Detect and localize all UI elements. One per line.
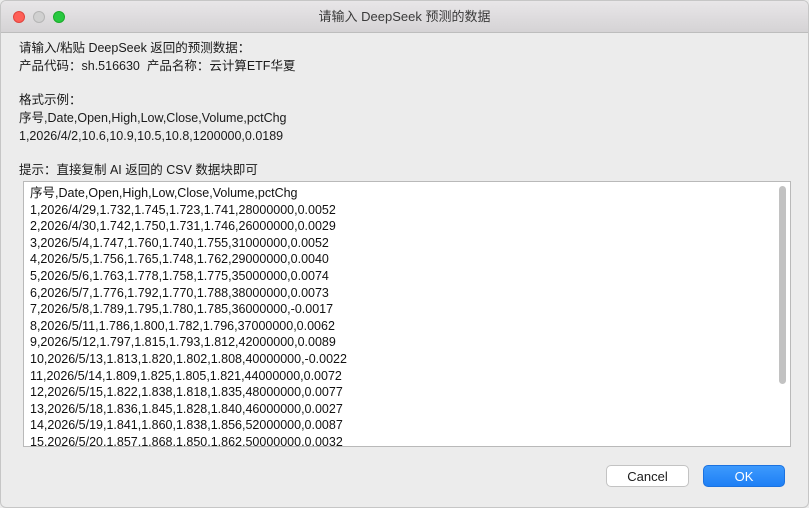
textarea-line: 11,2026/5/14,1.809,1.825,1.805,1.821,440… [30,368,342,383]
textarea-line: 7,2026/5/8,1.789,1.795,1.780,1.785,36000… [30,302,334,317]
textarea-line: 5,2026/5/6,1.763,1.778,1.758,1.775,35000… [30,268,329,283]
csv-input-textarea[interactable]: 序号,Date,Open,High,Low,Close,Volume,pctCh… [23,181,791,447]
format-heading: 格式示例： [19,93,82,107]
hint-text: 提示：直接复制 AI 返回的 CSV 数据块即可 [19,163,258,177]
title-bar: 请输入 DeepSeek 预测的数据 [1,1,808,33]
csv-input-content[interactable]: 序号,Date,Open,High,Low,Close,Volume,pctCh… [30,185,770,446]
prompt-instruction: 请输入/粘贴 DeepSeek 返回的预测数据： [19,41,251,55]
window-title: 请输入 DeepSeek 预测的数据 [318,9,491,24]
textarea-line: 4,2026/5/5,1.756,1.765,1.748,1.762,29000… [30,252,329,267]
dialog-window: 请输入 DeepSeek 预测的数据 请输入/粘贴 DeepSeek 返回的预测… [0,0,809,508]
textarea-line: 6,2026/5/7,1.776,1.792,1.770,1.788,38000… [30,285,329,300]
textarea-line: 1,2026/4/29,1.732,1.745,1.723,1.741,2800… [30,202,336,217]
format-header: 序号,Date,Open,High,Low,Close,Volume,pctCh… [19,111,287,125]
textarea-line: 9,2026/5/12,1.797,1.815,1.793,1.812,4200… [30,335,336,350]
textarea-line: 13,2026/5/18,1.836,1.845,1.828,1.840,460… [30,401,343,416]
textarea-line: 2,2026/4/30,1.742,1.750,1.731,1.746,2600… [30,219,336,234]
prompt-area: 请输入/粘贴 DeepSeek 返回的预测数据： 产品代码：sh.516630 … [19,39,790,179]
textarea-line: 10,2026/5/13,1.813,1.820,1.802,1.808,400… [30,351,347,366]
textarea-scrollbar[interactable] [779,186,786,384]
textarea-line: 15,2026/5/20,1.857,1.868,1.850,1.862,500… [30,434,343,446]
ok-button[interactable]: OK [703,465,785,487]
textarea-line: 14,2026/5/19,1.841,1.860,1.838,1.856,520… [30,418,343,433]
textarea-line: 序号,Date,Open,High,Low,Close,Volume,pctCh… [30,186,298,200]
format-example: 1,2026/4/2,10.6,10.9,10.5,10.8,1200000,0… [19,129,284,143]
product-info: 产品代码：sh.516630 产品名称：云计算ETF华夏 [19,59,296,73]
textarea-line: 3,2026/5/4,1.747,1.760,1.740,1.755,31000… [30,235,329,250]
textarea-line: 12,2026/5/15,1.822,1.838,1.818,1.835,480… [30,385,343,400]
cancel-button[interactable]: Cancel [606,465,689,487]
textarea-line: 8,2026/5/11,1.786,1.800,1.782,1.796,3700… [30,318,335,333]
